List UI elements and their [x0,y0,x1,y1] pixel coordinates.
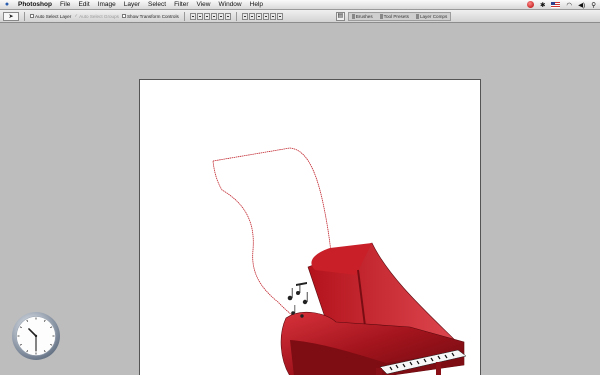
menu-view[interactable]: View [193,0,215,10]
menu-help[interactable]: Help [246,0,267,10]
menu-edit[interactable]: Edit [74,0,93,10]
artwork [212,147,467,375]
show-transform-controls-label: Show Transform Controls [126,13,179,19]
distribute-right-icon[interactable] [276,12,283,20]
distribute-buttons [241,12,283,20]
align-left-edges-icon[interactable] [210,12,217,20]
menu-layer[interactable]: Layer [120,0,144,10]
menu-image[interactable]: Image [94,0,120,10]
auto-select-groups-checkbox[interactable]: ✓ Auto Select Groups [74,13,119,19]
volume-icon[interactable]: ◀) [578,1,585,9]
align-right-edges-icon[interactable] [224,12,231,20]
align-bottom-edges-icon[interactable] [203,12,210,20]
menu-select[interactable]: Select [144,0,170,10]
tool-preset-picker[interactable]: ➤ [3,11,19,21]
palette-tab-layer-comps[interactable]: Layer Comps [416,14,447,19]
menu-extras: ✱ ◠ ◀) ⚲ [526,1,600,9]
divider [183,11,185,21]
workspace-icon: ▤ [337,12,344,19]
align-buttons [189,12,231,20]
menu-app-photoshop[interactable]: Photoshop [14,0,56,10]
bluetooth-icon[interactable]: ✱ [540,1,545,9]
spotlight-icon[interactable]: ⚲ [591,1,596,9]
selection-path [212,147,334,337]
move-tool-icon: ➤ [8,13,14,20]
palette-tab-brushes[interactable]: Brushes [352,14,373,19]
align-vertical-centers-icon[interactable] [196,12,203,20]
menu-bar: ● Photoshop File Edit Image Layer Select… [0,0,600,10]
document-canvas[interactable] [139,79,481,375]
checkbox-box[interactable] [30,14,34,18]
palette-well: Brushes Tool Presets Layer Comps [347,11,452,21]
apple-menu-icon[interactable]: ● [0,1,14,8]
us-flag-icon[interactable] [551,1,561,8]
distribute-left-icon[interactable] [262,12,269,20]
auto-select-layer-checkbox[interactable]: Auto Select Layer [30,14,71,19]
menu-filter[interactable]: Filter [170,0,192,10]
align-horizontal-centers-icon[interactable] [217,12,224,20]
show-transform-controls-checkbox[interactable]: Show Transform Controls [121,13,179,19]
checkmark-icon: ✓ [74,13,79,18]
menu-file[interactable]: File [56,0,74,10]
align-top-edges-icon[interactable] [189,12,196,20]
divider [235,11,237,21]
distribute-top-icon[interactable] [241,12,248,20]
divider [24,11,25,21]
checkbox-box[interactable] [121,14,126,18]
wifi-icon[interactable]: ◠ [566,1,572,9]
palette-tab-tool-presets[interactable]: Tool Presets [380,14,409,19]
distribute-vcenter-icon[interactable] [248,12,255,20]
workspace-menu-button[interactable]: ▤ [335,11,345,21]
options-bar: ➤ Auto Select Layer ✓ Auto Select Groups… [0,10,600,23]
clock-center [34,334,38,338]
menu-window[interactable]: Window [215,0,246,10]
clock-widget[interactable] [11,311,61,361]
auto-select-groups-label: Auto Select Groups [79,13,119,19]
distribute-bottom-icon[interactable] [255,12,262,20]
auto-select-layer-label: Auto Select Layer [35,13,72,19]
distribute-hcenter-icon[interactable] [269,12,276,20]
red-status-icon[interactable] [526,1,534,8]
